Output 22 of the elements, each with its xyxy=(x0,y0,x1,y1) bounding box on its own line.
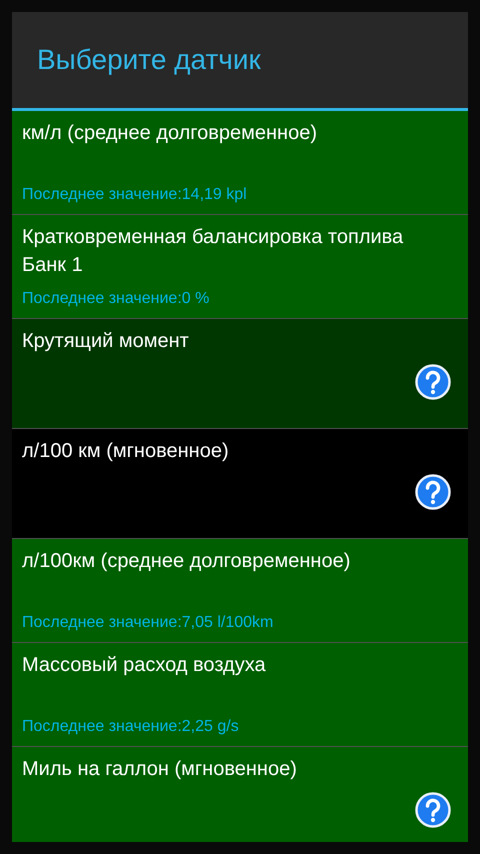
dialog-title: Выберите датчик xyxy=(37,44,261,76)
sensor-name: Кратковременная балансировка топлива Банк 1 xyxy=(22,225,404,278)
sensor-name: л/100 км (мгновенное) xyxy=(22,439,230,464)
sensor-item[interactable]: Крутящий момент xyxy=(12,319,468,429)
sensor-name: л/100км (среднее долговременное) xyxy=(22,549,352,574)
last-value: Последнее значение:14,19 kpl xyxy=(22,186,248,204)
last-value: Последнее значение:2,25 g/s xyxy=(22,718,240,736)
help-icon[interactable] xyxy=(415,792,451,828)
sensor-name: Миль на галлон (мгновенное) xyxy=(22,757,298,782)
sensor-item[interactable]: км/л (среднее долговременное) Последнее значение:14,19 kpl xyxy=(12,111,468,215)
sensor-name: Массовый расход воздуха xyxy=(22,653,267,678)
help-icon[interactable] xyxy=(415,364,451,400)
sensor-item[interactable]: Миль на галлон (мгновенное) xyxy=(12,747,468,842)
last-value: Последнее значение:0 % xyxy=(22,290,210,308)
sensor-item[interactable]: л/100 км (мгновенное) xyxy=(12,429,468,539)
sensor-item[interactable]: Массовый расход воздуха Последнее значение:2,25 g/s xyxy=(12,643,468,747)
sensor-name: км/л (среднее долговременное) xyxy=(22,121,318,146)
sensor-item[interactable]: л/100км (среднее долговременное) Последнее значение:7,05 l/100km xyxy=(12,539,468,643)
sensor-name: Крутящий момент xyxy=(22,329,190,354)
last-value: Последнее значение:7,05 l/100km xyxy=(22,614,274,632)
sensor-item[interactable]: Кратковременная балансировка топлива Банк 1 Последнее значение:0 % xyxy=(12,215,468,319)
help-icon[interactable] xyxy=(415,474,451,510)
